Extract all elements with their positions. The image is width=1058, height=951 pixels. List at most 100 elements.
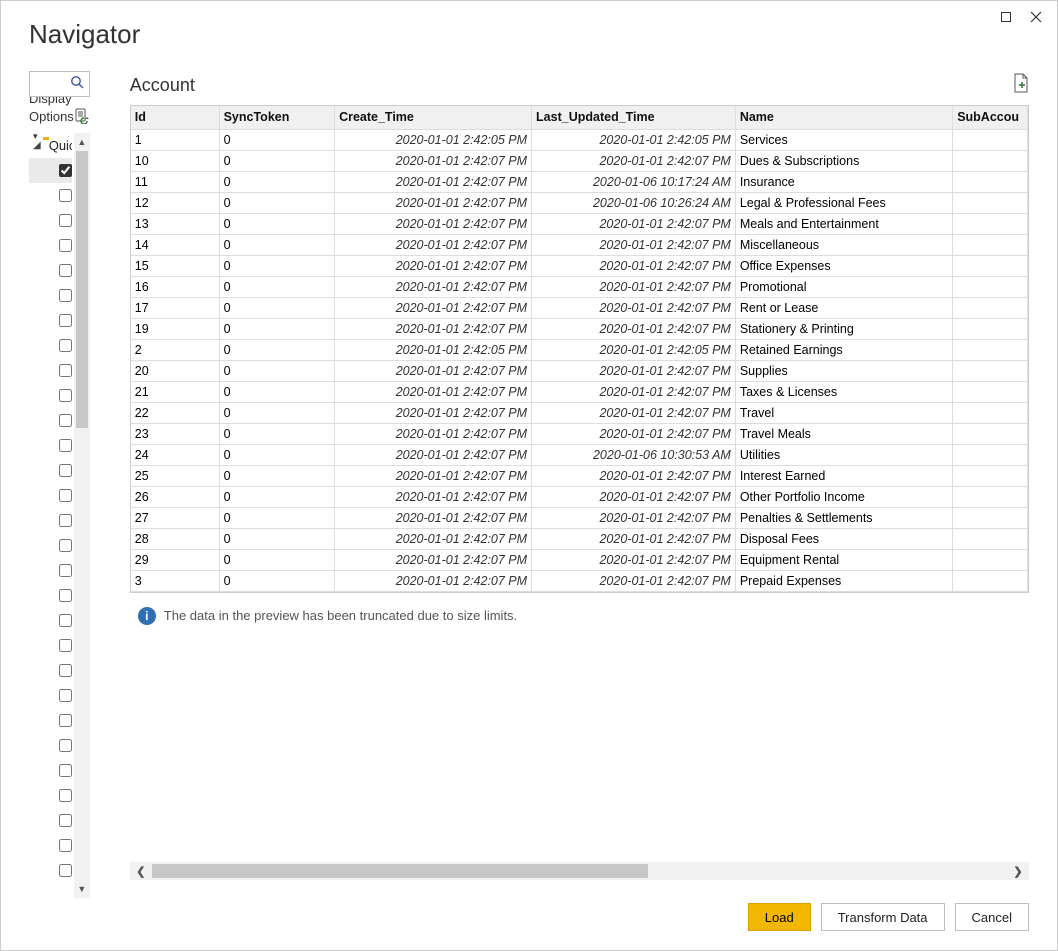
tree-item[interactable]: BillPayment_Line	[29, 408, 72, 433]
scroll-up-icon[interactable]: ▲	[74, 133, 90, 151]
tree-item[interactable]: CompanyCurrency_CustomField	[29, 583, 72, 608]
tree-item[interactable]: Class	[29, 508, 72, 533]
tree-scrollbar[interactable]: ▲ ▼	[74, 133, 90, 898]
table-row[interactable]: 1002020-01-01 2:42:07 PM2020-01-01 2:42:…	[131, 150, 1028, 171]
close-button[interactable]	[1021, 5, 1051, 29]
tree-item-checkbox[interactable]	[59, 864, 72, 877]
tree-item[interactable]: Attachable_AttachableRef	[29, 208, 72, 233]
tree-item-checkbox[interactable]	[59, 564, 72, 577]
tree-item-checkbox[interactable]	[59, 439, 72, 452]
tree-item-checkbox[interactable]	[59, 664, 72, 677]
tree-item[interactable]: Customer	[29, 858, 72, 883]
maximize-button[interactable]	[991, 5, 1021, 29]
tree-item[interactable]: Budget_Detail	[29, 483, 72, 508]
page-add-icon[interactable]	[1013, 73, 1029, 98]
table-row[interactable]: 2602020-01-01 2:42:07 PM2020-01-01 2:42:…	[131, 486, 1028, 507]
column-header[interactable]: Last_Updated_Time	[532, 106, 736, 129]
tree-item[interactable]: CreditMemo_Description_Line	[29, 683, 72, 708]
refresh-icon[interactable]	[74, 108, 90, 127]
scroll-track[interactable]	[74, 151, 90, 880]
tree-item-checkbox[interactable]	[59, 839, 72, 852]
tree-item[interactable]: CompanyInfo_NameValue	[29, 608, 72, 633]
tree-item[interactable]: CreditMemo_Group_Item_Line	[29, 758, 72, 783]
tree-item-checkbox[interactable]	[59, 289, 72, 302]
transform-data-button[interactable]: Transform Data	[821, 903, 945, 931]
tree-item-checkbox[interactable]	[59, 689, 72, 702]
column-header[interactable]: Create_Time	[335, 106, 532, 129]
collapse-icon[interactable]: ◢	[33, 140, 41, 151]
table-row[interactable]: 102020-01-01 2:42:05 PM2020-01-01 2:42:0…	[131, 129, 1028, 150]
column-header[interactable]: Name	[735, 106, 952, 129]
tree-item[interactable]: Budget	[29, 458, 72, 483]
tree-item-checkbox[interactable]	[59, 164, 72, 177]
scroll-left-icon[interactable]: ❮	[130, 865, 152, 878]
tree-item[interactable]: CreditMemo_Group_Individual_Item_Li...	[29, 733, 72, 758]
tree-item[interactable]: Bill	[29, 258, 72, 283]
table-row[interactable]: 2502020-01-01 2:42:07 PM2020-01-01 2:42:…	[131, 465, 1028, 486]
tree-item[interactable]: Account	[29, 158, 72, 183]
cancel-button[interactable]: Cancel	[955, 903, 1029, 931]
tree-item-checkbox[interactable]	[59, 514, 72, 527]
tree-item[interactable]: Credit_Memo	[29, 633, 72, 658]
tree-item-checkbox[interactable]	[59, 339, 72, 352]
table-row[interactable]: 302020-01-01 2:42:07 PM2020-01-01 2:42:0…	[131, 570, 1028, 591]
tree-item-checkbox[interactable]	[59, 314, 72, 327]
scroll-thumb[interactable]	[76, 151, 88, 428]
table-row[interactable]: 2702020-01-01 2:42:07 PM2020-01-01 2:42:…	[131, 507, 1028, 528]
tree-item[interactable]: BillPayment_Line_LinkedTxn	[29, 433, 72, 458]
tree-item[interactable]: Attachable_AttachableRef_CustomField	[29, 233, 72, 258]
tree-item[interactable]: CreditMemo_Discount_Line	[29, 708, 72, 733]
tree-item-checkbox[interactable]	[59, 189, 72, 202]
tree-item-checkbox[interactable]	[59, 414, 72, 427]
table-row[interactable]: 1302020-01-01 2:42:07 PM2020-01-01 2:42:…	[131, 213, 1028, 234]
h-scroll-thumb[interactable]	[152, 864, 648, 878]
table-row[interactable]: 1402020-01-01 2:42:07 PM2020-01-01 2:42:…	[131, 234, 1028, 255]
tree-item-checkbox[interactable]	[59, 589, 72, 602]
table-row[interactable]: 2002020-01-01 2:42:07 PM2020-01-01 2:42:…	[131, 360, 1028, 381]
tree-item[interactable]: CreditMemo_CustomField	[29, 658, 72, 683]
tree-item-checkbox[interactable]	[59, 739, 72, 752]
tree-item-checkbox[interactable]	[59, 389, 72, 402]
scroll-down-icon[interactable]: ▼	[74, 880, 90, 898]
scroll-right-icon[interactable]: ❯	[1007, 865, 1029, 878]
tree-item-checkbox[interactable]	[59, 539, 72, 552]
table-row[interactable]: 1202020-01-01 2:42:07 PM2020-01-06 10:26…	[131, 192, 1028, 213]
tree-item-checkbox[interactable]	[59, 789, 72, 802]
table-row[interactable]: 2202020-01-01 2:42:07 PM2020-01-01 2:42:…	[131, 402, 1028, 423]
tree-item[interactable]: Company_Info	[29, 558, 72, 583]
table-row[interactable]: 1902020-01-01 2:42:07 PM2020-01-01 2:42:…	[131, 318, 1028, 339]
table-row[interactable]: 202020-01-01 2:42:05 PM2020-01-01 2:42:0…	[131, 339, 1028, 360]
tree-item[interactable]: Bill_Payment	[29, 358, 72, 383]
table-row[interactable]: 1602020-01-01 2:42:07 PM2020-01-01 2:42:…	[131, 276, 1028, 297]
data-grid[interactable]: IdSyncTokenCreate_TimeLast_Updated_TimeN…	[130, 105, 1029, 593]
tree-item-checkbox[interactable]	[59, 214, 72, 227]
tree-item[interactable]: CreditMemo_Sales_Item_Line	[29, 783, 72, 808]
tree-item-checkbox[interactable]	[59, 239, 72, 252]
tree-item[interactable]: Attachable	[29, 183, 72, 208]
tree-item[interactable]: Bill_TxnTaxDetail_TaxLine	[29, 383, 72, 408]
tree-item-checkbox[interactable]	[59, 614, 72, 627]
tree-item[interactable]: CreditMemo_Subtotal_Line	[29, 808, 72, 833]
table-row[interactable]: 2802020-01-01 2:42:07 PM2020-01-01 2:42:…	[131, 528, 1028, 549]
table-row[interactable]: 1702020-01-01 2:42:07 PM2020-01-01 2:42:…	[131, 297, 1028, 318]
column-header[interactable]: SubAccou	[953, 106, 1028, 129]
table-row[interactable]: 2902020-01-01 2:42:07 PM2020-01-01 2:42:…	[131, 549, 1028, 570]
table-row[interactable]: 1502020-01-01 2:42:07 PM2020-01-01 2:42:…	[131, 255, 1028, 276]
load-button[interactable]: Load	[748, 903, 811, 931]
column-header[interactable]: SyncToken	[219, 106, 334, 129]
tree-item[interactable]: Bill_Item_Based_Expense_Line	[29, 308, 72, 333]
table-row[interactable]: 2302020-01-01 2:42:07 PM2020-01-01 2:42:…	[131, 423, 1028, 444]
grid-horizontal-scrollbar[interactable]: ❮ ❯	[130, 862, 1029, 880]
h-scroll-track[interactable]	[152, 862, 1007, 880]
tree-item-checkbox[interactable]	[59, 264, 72, 277]
tree-item-checkbox[interactable]	[59, 464, 72, 477]
tree-item[interactable]: Bill_Account_Based_Expense_Line	[29, 283, 72, 308]
tree-item-checkbox[interactable]	[59, 764, 72, 777]
table-row[interactable]: 2102020-01-01 2:42:07 PM2020-01-01 2:42:…	[131, 381, 1028, 402]
tree-item-checkbox[interactable]	[59, 714, 72, 727]
tree-item[interactable]: CreditMemo_TxnTaxDetail_TaxLine	[29, 833, 72, 858]
tree-item[interactable]: Company_Currency	[29, 533, 72, 558]
tree-item-checkbox[interactable]	[59, 639, 72, 652]
table-row[interactable]: 1102020-01-01 2:42:07 PM2020-01-06 10:17…	[131, 171, 1028, 192]
tree-item[interactable]: Bill_LinkedTxn	[29, 333, 72, 358]
